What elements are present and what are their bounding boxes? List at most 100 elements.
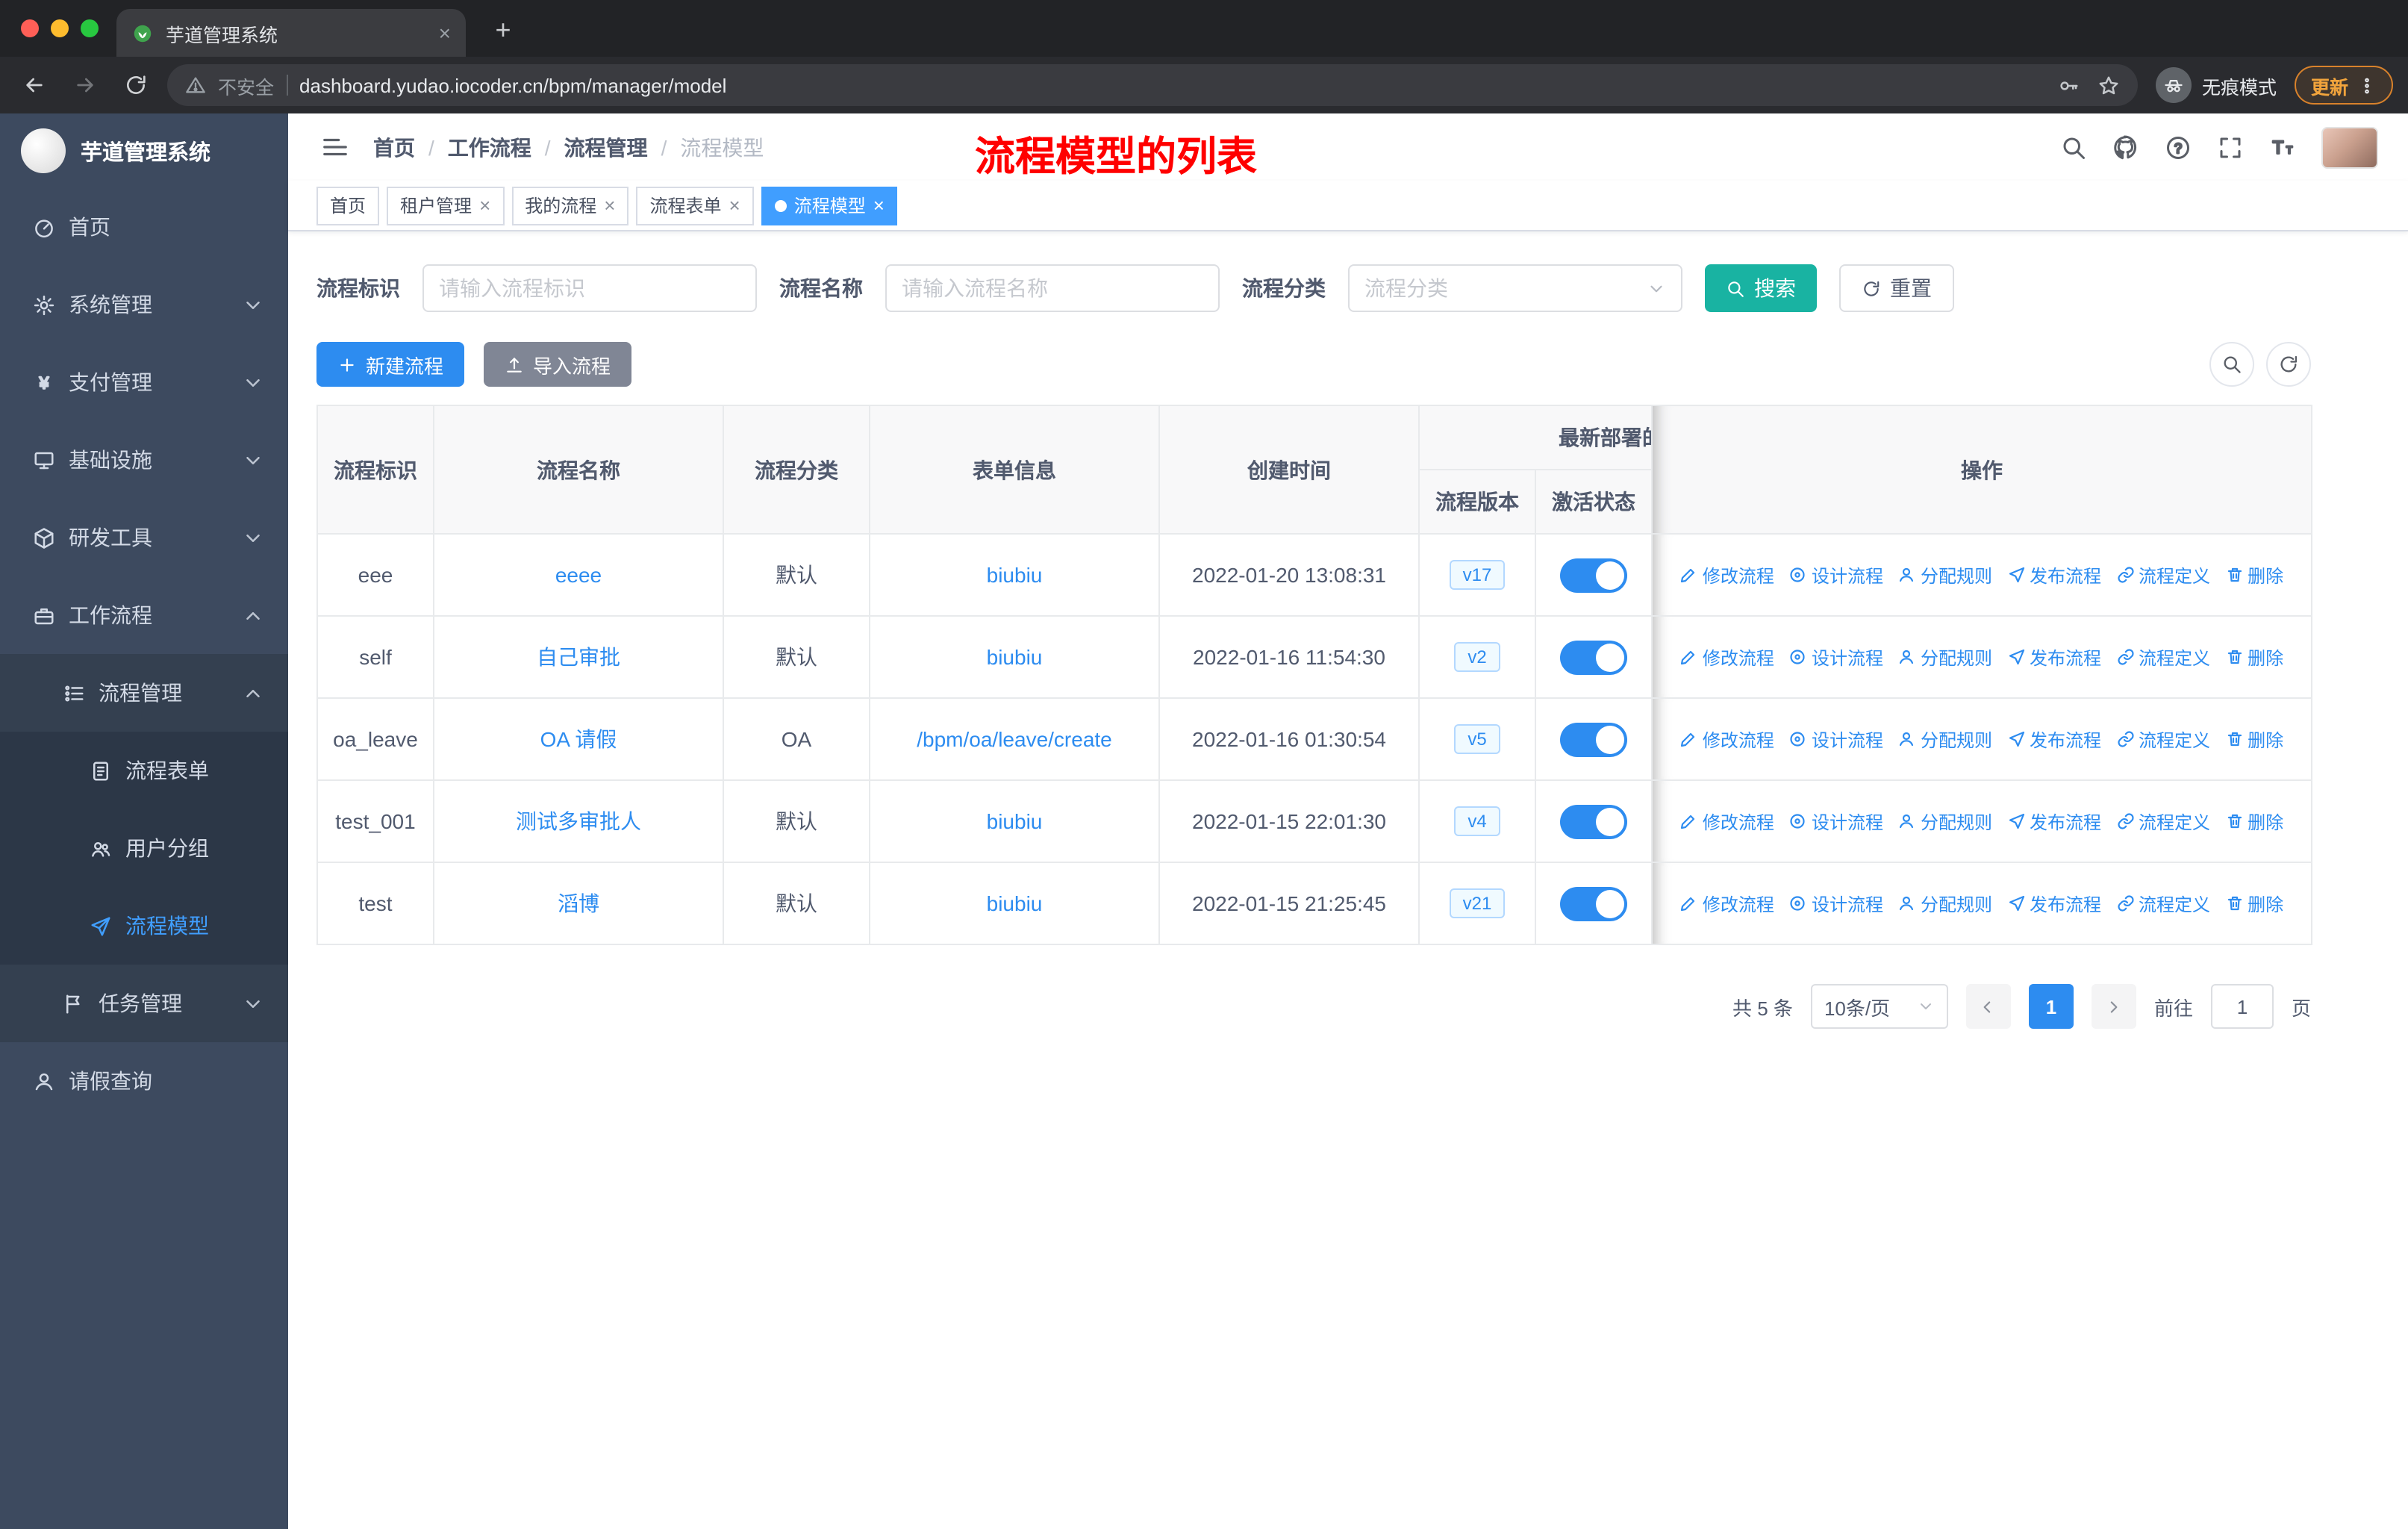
action-link[interactable]: 流程定义	[2116, 809, 2210, 834]
action-publish[interactable]: 发布流程	[2007, 562, 2101, 588]
tag-流程模型[interactable]: 流程模型 ×	[761, 186, 898, 225]
action-assign[interactable]: 分配规则	[1898, 644, 1992, 670]
browser-menu-icon[interactable]	[2357, 75, 2377, 95]
key-icon[interactable]	[2057, 74, 2080, 96]
address-bar[interactable]: 不安全 dashboard.yudao.iocoder.cn/bpm/manag…	[167, 64, 2138, 106]
tag-我的流程[interactable]: 我的流程 ×	[511, 186, 629, 225]
form-info-link[interactable]: biubiu	[987, 563, 1043, 587]
sidebar-item-send[interactable]: 流程模型	[0, 887, 288, 965]
show-search-button[interactable]	[2209, 342, 2254, 387]
action-assign[interactable]: 分配规则	[1898, 891, 1992, 916]
action-link[interactable]: 流程定义	[2116, 562, 2210, 588]
update-browser-button[interactable]: 更新	[2294, 66, 2393, 105]
back-button[interactable]	[15, 66, 54, 105]
active-toggle[interactable]	[1560, 804, 1627, 838]
close-window-button[interactable]	[21, 19, 39, 37]
action-link[interactable]: 流程定义	[2116, 891, 2210, 916]
action-assign[interactable]: 分配规则	[1898, 562, 1992, 588]
tag-租户管理[interactable]: 租户管理 ×	[387, 186, 505, 225]
action-delete[interactable]: 删除	[2225, 891, 2283, 916]
action-delete[interactable]: 删除	[2225, 644, 2283, 670]
action-design[interactable]: 设计流程	[1789, 726, 1883, 752]
refresh-table-button[interactable]	[2266, 342, 2311, 387]
form-info-link[interactable]: biubiu	[987, 891, 1043, 915]
form-info-link[interactable]: biubiu	[987, 645, 1043, 669]
tag-首页[interactable]: 首页	[316, 186, 380, 225]
forward-button[interactable]	[66, 66, 105, 105]
active-toggle[interactable]	[1560, 722, 1627, 756]
action-assign[interactable]: 分配规则	[1898, 809, 1992, 834]
close-icon[interactable]: ×	[873, 196, 885, 215]
tag-流程表单[interactable]: 流程表单 ×	[636, 186, 754, 225]
form-info-link[interactable]: /bpm/oa/leave/create	[917, 727, 1112, 751]
form-info-link[interactable]: biubiu	[987, 809, 1043, 833]
sidebar-item-user[interactable]: 请假查询	[0, 1042, 288, 1120]
font-size-icon[interactable]	[2269, 134, 2296, 161]
sidebar-item-infra[interactable]: 基础设施	[0, 421, 288, 499]
reload-button[interactable]	[116, 66, 155, 105]
process-name-link[interactable]: 自己审批	[537, 645, 620, 669]
next-page-button[interactable]	[2091, 984, 2136, 1029]
action-edit[interactable]: 修改流程	[1680, 562, 1774, 588]
action-design[interactable]: 设计流程	[1789, 891, 1883, 916]
breadcrumb-item[interactable]: 流程管理	[564, 132, 648, 162]
tab-close-icon[interactable]: ×	[439, 21, 451, 45]
user-avatar[interactable]	[2321, 126, 2378, 168]
sidebar-item-workflow[interactable]: 工作流程	[0, 576, 288, 654]
sidebar-item-flow-list[interactable]: 流程管理	[0, 654, 288, 732]
zoom-window-button[interactable]	[81, 19, 99, 37]
process-name-link[interactable]: eeee	[555, 563, 602, 587]
action-edit[interactable]: 修改流程	[1680, 726, 1774, 752]
fullscreen-icon[interactable]	[2217, 134, 2244, 161]
action-publish[interactable]: 发布流程	[2007, 644, 2101, 670]
current-page-button[interactable]: 1	[2028, 984, 2074, 1029]
minimize-window-button[interactable]	[51, 19, 69, 37]
action-delete[interactable]: 删除	[2225, 809, 2283, 834]
breadcrumb-item[interactable]: 首页	[373, 132, 415, 162]
close-icon[interactable]: ×	[729, 196, 740, 215]
close-icon[interactable]: ×	[604, 196, 615, 215]
import-process-button[interactable]: 导入流程	[484, 342, 632, 387]
sidebar-item-dashboard[interactable]: 首页	[0, 188, 288, 266]
sidebar-item-task[interactable]: 任务管理	[0, 965, 288, 1042]
logo[interactable]: 芋道管理系统	[0, 113, 288, 188]
github-icon[interactable]	[2112, 134, 2139, 161]
breadcrumb-item[interactable]: 工作流程	[448, 132, 531, 162]
sidebar-item-form[interactable]: 流程表单	[0, 732, 288, 809]
prev-page-button[interactable]	[1965, 984, 2011, 1029]
action-publish[interactable]: 发布流程	[2007, 891, 2101, 916]
page-size-select[interactable]: 10条/页	[1810, 984, 1948, 1029]
process-name-input[interactable]	[885, 264, 1220, 312]
active-toggle[interactable]	[1560, 640, 1627, 674]
help-icon[interactable]	[2165, 134, 2192, 161]
action-design[interactable]: 设计流程	[1789, 562, 1883, 588]
process-name-link[interactable]: 测试多审批人	[516, 809, 641, 833]
action-design[interactable]: 设计流程	[1789, 644, 1883, 670]
new-tab-button[interactable]: +	[484, 10, 523, 49]
action-assign[interactable]: 分配规则	[1898, 726, 1992, 752]
sidebar-item-yen[interactable]: 支付管理	[0, 343, 288, 421]
action-edit[interactable]: 修改流程	[1680, 891, 1774, 916]
action-link[interactable]: 流程定义	[2116, 644, 2210, 670]
bookmark-star-icon[interactable]	[2097, 74, 2120, 96]
category-select[interactable]: 流程分类	[1348, 264, 1682, 312]
active-toggle[interactable]	[1560, 558, 1627, 592]
sidebar-item-tools[interactable]: 研发工具	[0, 499, 288, 576]
sidebar-item-gear[interactable]: 系统管理	[0, 266, 288, 343]
active-toggle[interactable]	[1560, 886, 1627, 921]
action-delete[interactable]: 删除	[2225, 562, 2283, 588]
search-icon[interactable]	[2060, 134, 2087, 161]
browser-tab[interactable]: 芋道管理系统 ×	[116, 9, 466, 57]
process-id-input[interactable]	[422, 264, 757, 312]
process-name-link[interactable]: OA 请假	[540, 727, 617, 751]
action-edit[interactable]: 修改流程	[1680, 809, 1774, 834]
goto-page-input[interactable]	[2210, 984, 2274, 1029]
action-delete[interactable]: 删除	[2225, 726, 2283, 752]
reset-button[interactable]: 重置	[1839, 264, 1954, 312]
close-icon[interactable]: ×	[479, 196, 490, 215]
action-design[interactable]: 设计流程	[1789, 809, 1883, 834]
action-link[interactable]: 流程定义	[2116, 726, 2210, 752]
action-publish[interactable]: 发布流程	[2007, 809, 2101, 834]
action-edit[interactable]: 修改流程	[1680, 644, 1774, 670]
collapse-sidebar-icon[interactable]	[321, 133, 349, 161]
